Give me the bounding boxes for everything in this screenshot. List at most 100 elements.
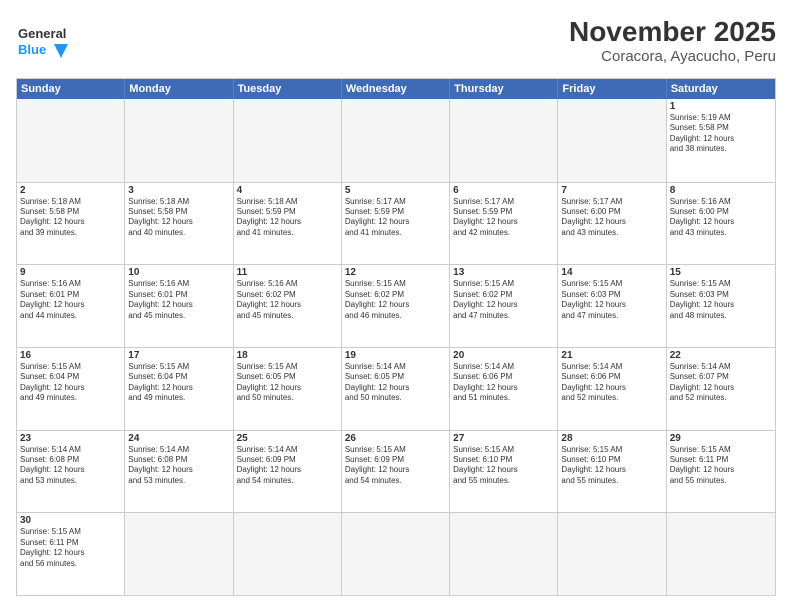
calendar-title: November 2025 xyxy=(569,16,776,48)
calendar-cell: 30Sunrise: 5:15 AM Sunset: 6:11 PM Dayli… xyxy=(17,513,125,595)
day-info: Sunrise: 5:15 AM Sunset: 6:09 PM Dayligh… xyxy=(345,445,446,487)
day-number: 27 xyxy=(453,433,554,444)
calendar-cell xyxy=(558,513,666,595)
day-number: 12 xyxy=(345,267,446,278)
calendar-cell: 10Sunrise: 5:16 AM Sunset: 6:01 PM Dayli… xyxy=(125,265,233,347)
day-number: 25 xyxy=(237,433,338,444)
day-number: 7 xyxy=(561,185,662,196)
calendar-cell xyxy=(125,513,233,595)
day-info: Sunrise: 5:16 AM Sunset: 6:02 PM Dayligh… xyxy=(237,279,338,321)
calendar-cell: 6Sunrise: 5:17 AM Sunset: 5:59 PM Daylig… xyxy=(450,183,558,265)
day-number: 2 xyxy=(20,185,121,196)
day-info: Sunrise: 5:17 AM Sunset: 5:59 PM Dayligh… xyxy=(453,197,554,239)
header-thursday: Thursday xyxy=(450,79,558,99)
day-number: 15 xyxy=(670,267,772,278)
calendar-cell: 18Sunrise: 5:15 AM Sunset: 6:05 PM Dayli… xyxy=(234,348,342,430)
day-number: 5 xyxy=(345,185,446,196)
day-info: Sunrise: 5:15 AM Sunset: 6:03 PM Dayligh… xyxy=(670,279,772,321)
day-number: 11 xyxy=(237,267,338,278)
calendar-header: Sunday Monday Tuesday Wednesday Thursday… xyxy=(17,79,775,99)
day-number: 10 xyxy=(128,267,229,278)
day-info: Sunrise: 5:16 AM Sunset: 6:00 PM Dayligh… xyxy=(670,197,772,239)
calendar-cell xyxy=(234,513,342,595)
day-info: Sunrise: 5:15 AM Sunset: 6:10 PM Dayligh… xyxy=(453,445,554,487)
day-info: Sunrise: 5:14 AM Sunset: 6:05 PM Dayligh… xyxy=(345,362,446,404)
header: General Blue November 2025 Coracora, Aya… xyxy=(16,16,776,68)
title-section: November 2025 Coracora, Ayacucho, Peru xyxy=(569,16,776,65)
calendar-cell: 26Sunrise: 5:15 AM Sunset: 6:09 PM Dayli… xyxy=(342,431,450,513)
week-row-3: 16Sunrise: 5:15 AM Sunset: 6:04 PM Dayli… xyxy=(17,347,775,430)
day-number: 1 xyxy=(670,101,772,112)
calendar-cell xyxy=(342,99,450,182)
day-info: Sunrise: 5:19 AM Sunset: 5:58 PM Dayligh… xyxy=(670,113,772,155)
day-number: 9 xyxy=(20,267,121,278)
day-number: 20 xyxy=(453,350,554,361)
calendar-cell: 21Sunrise: 5:14 AM Sunset: 6:06 PM Dayli… xyxy=(558,348,666,430)
calendar-cell: 2Sunrise: 5:18 AM Sunset: 5:58 PM Daylig… xyxy=(17,183,125,265)
day-number: 26 xyxy=(345,433,446,444)
calendar-cell xyxy=(450,513,558,595)
day-info: Sunrise: 5:15 AM Sunset: 6:02 PM Dayligh… xyxy=(453,279,554,321)
calendar-cell: 4Sunrise: 5:18 AM Sunset: 5:59 PM Daylig… xyxy=(234,183,342,265)
day-number: 8 xyxy=(670,185,772,196)
day-number: 28 xyxy=(561,433,662,444)
header-wednesday: Wednesday xyxy=(342,79,450,99)
calendar-cell: 28Sunrise: 5:15 AM Sunset: 6:10 PM Dayli… xyxy=(558,431,666,513)
header-saturday: Saturday xyxy=(667,79,775,99)
day-info: Sunrise: 5:15 AM Sunset: 6:10 PM Dayligh… xyxy=(561,445,662,487)
day-number: 24 xyxy=(128,433,229,444)
day-info: Sunrise: 5:14 AM Sunset: 6:06 PM Dayligh… xyxy=(561,362,662,404)
calendar-cell: 3Sunrise: 5:18 AM Sunset: 5:58 PM Daylig… xyxy=(125,183,233,265)
header-tuesday: Tuesday xyxy=(234,79,342,99)
day-number: 4 xyxy=(237,185,338,196)
day-info: Sunrise: 5:18 AM Sunset: 5:58 PM Dayligh… xyxy=(20,197,121,239)
day-number: 6 xyxy=(453,185,554,196)
calendar-cell xyxy=(558,99,666,182)
calendar-cell xyxy=(342,513,450,595)
day-info: Sunrise: 5:14 AM Sunset: 6:08 PM Dayligh… xyxy=(20,445,121,487)
calendar-cell: 20Sunrise: 5:14 AM Sunset: 6:06 PM Dayli… xyxy=(450,348,558,430)
day-info: Sunrise: 5:15 AM Sunset: 6:03 PM Dayligh… xyxy=(561,279,662,321)
calendar-cell: 22Sunrise: 5:14 AM Sunset: 6:07 PM Dayli… xyxy=(667,348,775,430)
day-info: Sunrise: 5:14 AM Sunset: 6:06 PM Dayligh… xyxy=(453,362,554,404)
day-info: Sunrise: 5:18 AM Sunset: 5:59 PM Dayligh… xyxy=(237,197,338,239)
week-row-0: 1Sunrise: 5:19 AM Sunset: 5:58 PM Daylig… xyxy=(17,99,775,182)
logo-icon: General Blue xyxy=(16,16,68,68)
calendar-cell xyxy=(17,99,125,182)
calendar-cell: 14Sunrise: 5:15 AM Sunset: 6:03 PM Dayli… xyxy=(558,265,666,347)
calendar-cell: 19Sunrise: 5:14 AM Sunset: 6:05 PM Dayli… xyxy=(342,348,450,430)
calendar-cell xyxy=(667,513,775,595)
calendar-cell: 16Sunrise: 5:15 AM Sunset: 6:04 PM Dayli… xyxy=(17,348,125,430)
day-number: 16 xyxy=(20,350,121,361)
calendar-cell xyxy=(234,99,342,182)
day-number: 29 xyxy=(670,433,772,444)
calendar-cell: 11Sunrise: 5:16 AM Sunset: 6:02 PM Dayli… xyxy=(234,265,342,347)
day-info: Sunrise: 5:17 AM Sunset: 6:00 PM Dayligh… xyxy=(561,197,662,239)
calendar-cell: 8Sunrise: 5:16 AM Sunset: 6:00 PM Daylig… xyxy=(667,183,775,265)
day-info: Sunrise: 5:15 AM Sunset: 6:05 PM Dayligh… xyxy=(237,362,338,404)
day-number: 18 xyxy=(237,350,338,361)
calendar-cell: 1Sunrise: 5:19 AM Sunset: 5:58 PM Daylig… xyxy=(667,99,775,182)
calendar-cell: 23Sunrise: 5:14 AM Sunset: 6:08 PM Dayli… xyxy=(17,431,125,513)
header-friday: Friday xyxy=(558,79,666,99)
day-info: Sunrise: 5:16 AM Sunset: 6:01 PM Dayligh… xyxy=(128,279,229,321)
week-row-4: 23Sunrise: 5:14 AM Sunset: 6:08 PM Dayli… xyxy=(17,430,775,513)
calendar-cell: 9Sunrise: 5:16 AM Sunset: 6:01 PM Daylig… xyxy=(17,265,125,347)
day-number: 3 xyxy=(128,185,229,196)
calendar-cell: 5Sunrise: 5:17 AM Sunset: 5:59 PM Daylig… xyxy=(342,183,450,265)
day-info: Sunrise: 5:14 AM Sunset: 6:07 PM Dayligh… xyxy=(670,362,772,404)
day-number: 13 xyxy=(453,267,554,278)
day-info: Sunrise: 5:15 AM Sunset: 6:11 PM Dayligh… xyxy=(20,527,121,569)
calendar-subtitle: Coracora, Ayacucho, Peru xyxy=(569,48,776,65)
day-number: 19 xyxy=(345,350,446,361)
day-number: 23 xyxy=(20,433,121,444)
day-info: Sunrise: 5:18 AM Sunset: 5:58 PM Dayligh… xyxy=(128,197,229,239)
calendar-cell: 17Sunrise: 5:15 AM Sunset: 6:04 PM Dayli… xyxy=(125,348,233,430)
calendar-cell: 15Sunrise: 5:15 AM Sunset: 6:03 PM Dayli… xyxy=(667,265,775,347)
header-sunday: Sunday xyxy=(17,79,125,99)
day-number: 22 xyxy=(670,350,772,361)
day-info: Sunrise: 5:14 AM Sunset: 6:09 PM Dayligh… xyxy=(237,445,338,487)
day-info: Sunrise: 5:15 AM Sunset: 6:11 PM Dayligh… xyxy=(670,445,772,487)
week-row-5: 30Sunrise: 5:15 AM Sunset: 6:11 PM Dayli… xyxy=(17,512,775,595)
logo: General Blue xyxy=(16,16,68,68)
